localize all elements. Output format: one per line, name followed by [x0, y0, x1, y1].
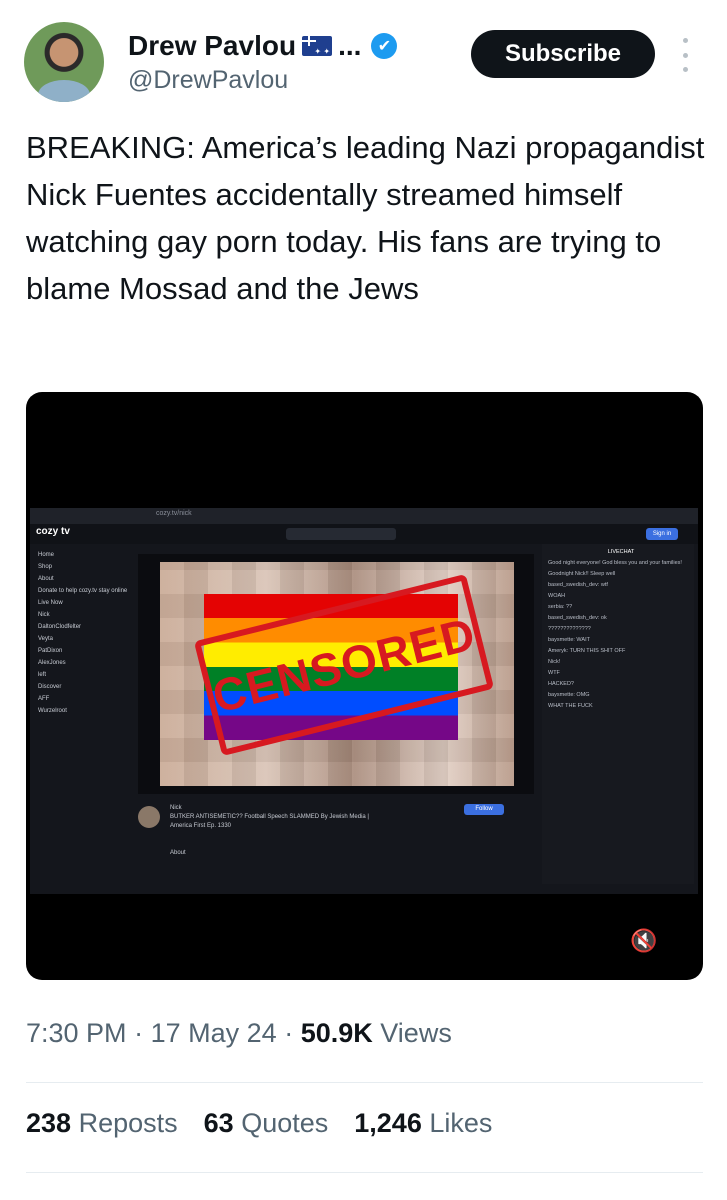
- stream-info: Nick BUTKER ANTISEMETIC?? Football Speec…: [138, 800, 534, 880]
- site-signin: Sign in: [646, 528, 678, 540]
- views-count: 50.9K: [300, 1018, 373, 1048]
- sidebar-entry: Home: [38, 552, 55, 558]
- site-search: [286, 528, 396, 540]
- reposts-stat[interactable]: 238 Reposts: [26, 1108, 178, 1139]
- chat-line: Goodnight Nick!! Sleep well: [548, 571, 616, 577]
- browser-url: cozy.tv/nick: [156, 510, 192, 517]
- australia-flag-icon: [302, 36, 333, 56]
- tweet-meta: 7:30 PM · 17 May 24 · 50.9K Views: [26, 1018, 452, 1049]
- stream-title: Nick: [170, 805, 182, 811]
- avatar-shirt: [38, 80, 90, 102]
- author-name-row: Drew Pavlou ... ✔: [128, 30, 398, 62]
- speaker-muted-icon[interactable]: 🔇: [630, 928, 657, 954]
- video-frame: cozy.tv/nick cozy tv Sign in Home Shop A…: [30, 508, 698, 894]
- chat-line: Good night everyone! God bless you and y…: [548, 560, 682, 566]
- sidebar-entry: Discover: [38, 684, 62, 690]
- sidebar-entry: Shop: [38, 564, 53, 570]
- chat-line: baysmette: OMG: [548, 692, 590, 698]
- likes-label: Likes: [429, 1108, 493, 1138]
- stream-description: BUTKER ANTISEMETIC?? Football Speech SLA…: [170, 814, 369, 829]
- stream-about: About: [170, 850, 186, 856]
- tweet-time[interactable]: 7:30 PM: [26, 1018, 127, 1048]
- sidebar-entry: AFF: [38, 696, 50, 702]
- stream-player: CENSORED: [138, 554, 534, 794]
- more-options-icon[interactable]: [678, 38, 692, 72]
- likes-stat[interactable]: 1,246 Likes: [354, 1108, 492, 1139]
- chat-line: baysmette: WAIT: [548, 637, 590, 643]
- sidebar-entry: Nick: [38, 612, 50, 618]
- likes-count: 1,246: [354, 1108, 422, 1138]
- quotes-label: Quotes: [241, 1108, 329, 1138]
- site-logo: cozy tv: [36, 526, 70, 537]
- views-label: Views: [380, 1018, 452, 1048]
- subscribe-button[interactable]: Subscribe: [471, 30, 655, 78]
- author-handle[interactable]: @DrewPavlou: [128, 66, 288, 95]
- sidebar-entry: PatDixon: [38, 648, 63, 654]
- tweet-date[interactable]: 17 May 24: [151, 1018, 277, 1048]
- divider: [26, 1082, 703, 1083]
- sidebar-entry: About: [38, 576, 54, 582]
- chat-line: WTF: [548, 670, 560, 676]
- tweet-video[interactable]: cozy.tv/nick cozy tv Sign in Home Shop A…: [26, 392, 703, 980]
- chat-header: LIVECHAT: [607, 549, 635, 555]
- sidebar-entry: DaltonClodfelter: [38, 624, 82, 630]
- reposts-count: 238: [26, 1108, 72, 1138]
- streamer-avatar: [138, 806, 160, 828]
- sidebar-entry: Wurzelroot: [38, 708, 67, 714]
- live-chat: LIVECHAT Good night everyone! God bless …: [542, 544, 694, 884]
- chat-line: HACKED?: [548, 681, 574, 687]
- browser-bar: cozy.tv/nick: [30, 508, 698, 524]
- chat-line: based_swedish_dev: ok: [548, 615, 607, 621]
- meta-separator: ·: [134, 1018, 144, 1048]
- chat-line: ??????????????: [548, 626, 591, 632]
- sidebar-entry: AlexJones: [38, 660, 66, 666]
- chat-line: serbia: ??: [548, 604, 573, 610]
- engagement-stats: 238 Reposts 63 Quotes 1,246 Likes: [26, 1108, 492, 1139]
- name-ellipsis: ...: [338, 30, 362, 61]
- stream-text: Nick BUTKER ANTISEMETIC?? Football Speec…: [170, 804, 390, 858]
- chat-line: Nick!: [548, 659, 561, 665]
- chat-line: Ameryk: TURN THIS SHIT OFF: [548, 648, 626, 654]
- sidebar-entry: left: [38, 672, 47, 678]
- sidebar-entry: Live Now: [38, 600, 63, 606]
- tweet-text: BREAKING: America’s leading Nazi propaga…: [26, 130, 705, 306]
- quotes-stat[interactable]: 63 Quotes: [204, 1108, 329, 1139]
- sidebar-entry: Donate to help cozy.tv stay online: [38, 588, 128, 594]
- stream-follow: Follow: [464, 804, 504, 815]
- chat-line: based_swedish_dev: wtf: [548, 582, 608, 588]
- divider: [26, 1172, 703, 1173]
- chat-line: WHAT THE FUCK: [548, 703, 593, 709]
- quotes-count: 63: [203, 1108, 234, 1138]
- reposts-label: Reposts: [78, 1108, 178, 1138]
- meta-separator: ·: [284, 1018, 294, 1048]
- site-sidebar: Home Shop About Donate to help cozy.tv s…: [30, 546, 128, 886]
- verified-badge-icon: ✔: [371, 33, 398, 59]
- author-avatar[interactable]: [24, 22, 104, 102]
- chat-line: WOAH: [548, 593, 566, 599]
- author-name[interactable]: Drew Pavlou: [128, 30, 296, 62]
- sidebar-entry: Veyta: [38, 636, 54, 642]
